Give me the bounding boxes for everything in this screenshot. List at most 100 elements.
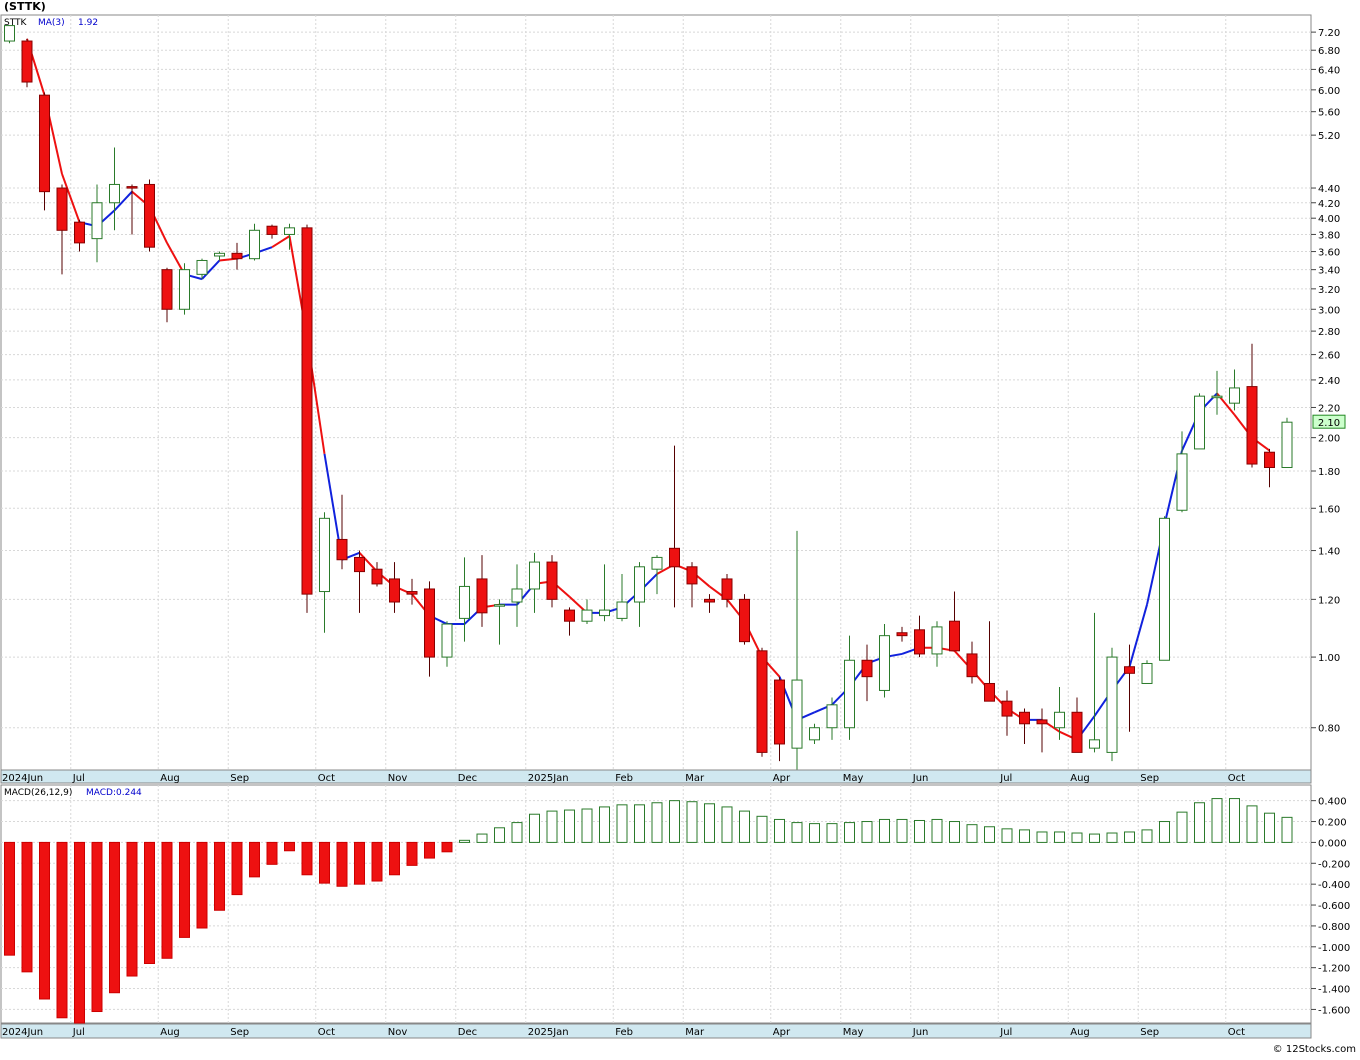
macd-bar-positive [791, 822, 803, 843]
price-date-strip [0, 769, 1312, 784]
candle-body-up [599, 609, 610, 617]
date-label: Sep [230, 1027, 249, 1038]
candle-body-up [1281, 421, 1293, 468]
date-label: Mar [685, 773, 705, 784]
price-tick-label: 2.40 [1318, 376, 1340, 387]
macd-bar-positive [949, 821, 960, 843]
macd-bar-positive [879, 818, 890, 843]
date-label: 2024Jun [2, 773, 43, 784]
candle-body-down [336, 538, 348, 561]
macd-bar-negative [441, 841, 453, 853]
ma-value: 1.92 [78, 18, 98, 28]
date-label: Dec [458, 773, 477, 784]
macd-panel: -1.600 -1.400 -1.200 -1.000 -0.800 -0.600 -0.4… [0, 784, 1350, 1024]
candle [546, 555, 558, 608]
candle-body-up [809, 727, 820, 741]
macd-bar-positive [1194, 802, 1205, 843]
candle-body-up [844, 659, 855, 729]
macd-bar-positive [546, 810, 558, 843]
price-tick-label: 3.00 [1318, 305, 1340, 316]
candle-body-up [319, 517, 330, 593]
macd-bar-positive [599, 806, 610, 843]
candle-body-down [74, 221, 85, 244]
price-tick-label: 2.20 [1318, 403, 1340, 414]
candle [739, 594, 750, 645]
candle [21, 38, 33, 88]
price-tick-label: 4.00 [1318, 214, 1340, 225]
date-label: Jul [72, 1027, 85, 1038]
price-tick-label: 1.00 [1318, 653, 1340, 664]
candle-body-up [91, 202, 103, 240]
price-tick-label: 2.00 [1318, 434, 1340, 445]
macd-bar-positive [1159, 821, 1170, 843]
macd-bar-positive [966, 824, 978, 843]
candle-body-down [564, 609, 575, 622]
macd-bar-positive [844, 822, 855, 843]
price-tick-label: 1.40 [1318, 547, 1340, 558]
macd-tick-label: -0.600 [1318, 901, 1350, 912]
macd-bar-positive [564, 809, 575, 843]
macd-label: MACD(26,12,9) [4, 788, 72, 798]
macd-bar-positive [914, 819, 925, 843]
macd-bar-positive [1001, 828, 1013, 843]
candle-body-down [756, 650, 768, 753]
candle-body-up [511, 588, 523, 603]
macd-bar-positive [476, 833, 488, 843]
price-tick-label: 3.40 [1318, 266, 1340, 277]
macd-bar-positive [1054, 831, 1065, 843]
candle-body-down [301, 227, 313, 595]
macd-date-axis: 2024Jun Jul Aug Sep Oct Nov Dec 2025Jan Feb Mar Ap… [0, 1023, 1312, 1039]
date-label: Oct [318, 1027, 335, 1038]
candle-body-down [861, 659, 873, 678]
macd-tick-label: 0.200 [1318, 818, 1347, 829]
price-tick-label: 0.80 [1318, 724, 1340, 735]
candle-body-up [931, 626, 943, 655]
macd-bar-negative [126, 841, 138, 977]
macd-bar-positive [1281, 816, 1293, 843]
price-tick-label: 6.40 [1318, 65, 1340, 76]
stock-chart: (STTK) 0.80 1.00 1.20 1.40 1.60 1.80 2.00 2.20 2… [0, 0, 1360, 1056]
date-label: Sep [1140, 1027, 1159, 1038]
date-label: Mar [685, 1027, 705, 1038]
macd-bar-positive [809, 823, 820, 843]
candle [1106, 647, 1118, 762]
macd-bar-positive [1141, 829, 1153, 843]
macd-bar-negative [56, 841, 68, 1019]
candle-body-down [949, 620, 960, 652]
ma-label: MA(3) [38, 18, 65, 28]
macd-tick-label: -1.600 [1318, 1005, 1350, 1016]
macd-bar-negative [406, 841, 418, 866]
macd-bar-positive [581, 808, 593, 843]
candle-body-up [109, 183, 120, 204]
date-label: Nov [388, 1027, 408, 1038]
date-label: Aug [160, 1027, 180, 1038]
macd-bar-positive [459, 839, 470, 843]
candle-body-down [966, 653, 978, 678]
candle-body-down [406, 591, 418, 595]
candle-body-down [739, 598, 750, 643]
macd-bar-positive [1106, 832, 1118, 843]
candle-body-up [1089, 739, 1100, 749]
macd-bar-positive [739, 810, 750, 843]
macd-bar-positive [1019, 829, 1030, 843]
candle-body-down [1246, 386, 1258, 465]
date-label: Jul [72, 773, 85, 784]
macd-bar-positive [704, 803, 715, 843]
candle-body-down [1071, 711, 1083, 753]
candle-body-down [354, 556, 365, 573]
price-tick-label: 5.20 [1318, 131, 1340, 142]
macd-bar-positive [774, 818, 785, 843]
candle [756, 647, 768, 757]
candle-body-down [1264, 451, 1275, 468]
macd-bar-positive [721, 806, 733, 843]
macd-bar-negative [354, 841, 365, 885]
macd-bar-positive [861, 821, 873, 843]
candle-body-up [196, 259, 208, 275]
macd-tick-label: -1.000 [1318, 943, 1350, 954]
candle-body-down [704, 598, 715, 603]
last-price-text: 2.10 [1318, 418, 1340, 429]
candle-body-up [634, 566, 645, 603]
macd-tick-label: -0.800 [1318, 922, 1350, 933]
candle-body-down [424, 588, 435, 658]
macd-bar-negative [4, 841, 15, 956]
